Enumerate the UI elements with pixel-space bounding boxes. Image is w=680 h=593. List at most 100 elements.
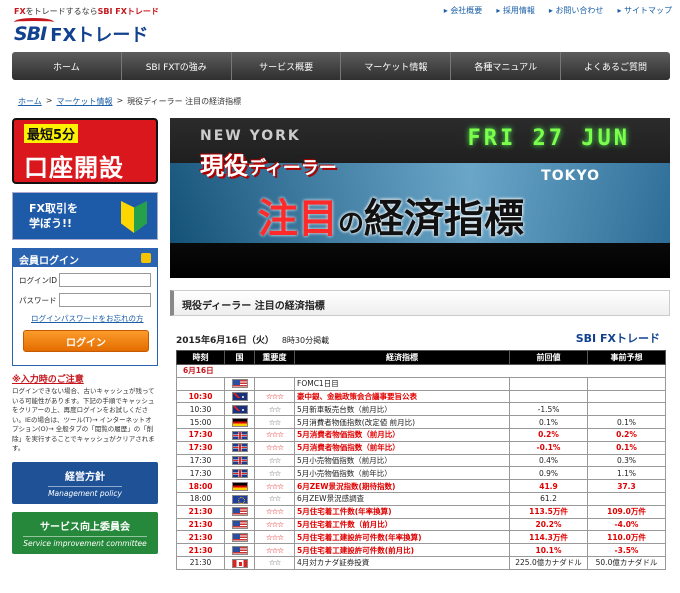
cell-importance: ☆☆ xyxy=(254,453,295,468)
nav-market[interactable]: マーケット情報 xyxy=(341,52,452,80)
cell-indicator: 5月小売物価指数（前年比） xyxy=(294,466,510,481)
cell-importance: ☆☆ xyxy=(254,402,295,417)
table-row: 17:30 ☆☆ 5月小売物価指数（前月比） 0.4% 0.3% xyxy=(176,453,666,468)
col-indicator: 経済指標 xyxy=(294,350,510,365)
date-row: 6月16日 xyxy=(176,364,666,378)
hero-banner: NEW YORK FRI 27 JUN TOKYO 現役ディーラー 注目の経済指… xyxy=(170,118,670,278)
cell-importance: ☆☆☆ xyxy=(254,543,295,557)
site-logo[interactable]: SBI FXトレード xyxy=(14,18,148,48)
cell-importance: ☆☆ xyxy=(254,555,295,570)
table-logo: SBI FXトレード xyxy=(575,332,660,345)
util-link-recruit[interactable]: 採用情報 xyxy=(496,5,535,16)
flag-gb-icon xyxy=(231,456,248,466)
table-post-time: 8時30分掲載 xyxy=(281,336,330,345)
nav-faq[interactable]: よくあるご質問 xyxy=(561,52,670,80)
cell-previous: 114.3万件 xyxy=(509,530,588,545)
cell-forecast: 109.0万件 xyxy=(587,504,666,519)
cell-time: 10:30 xyxy=(176,402,225,417)
cell-time: 17:30 xyxy=(176,466,225,481)
nav-strengths[interactable]: SBI FXTの強み xyxy=(122,52,232,80)
notice-title[interactable]: ※入力時のご注意 xyxy=(12,372,158,385)
cell-forecast: 0.1% xyxy=(587,440,666,455)
cell-forecast xyxy=(587,389,666,404)
table-row: 21:30 ☆☆ 4月対カナダ証券投資 225.0億カナダドル 50.0億カナダドル xyxy=(176,555,666,570)
service-committee-button[interactable]: サービス向上委員会 Service improvement committee xyxy=(12,511,158,554)
hero-ticker: FRI 27 JUN xyxy=(467,126,630,151)
cell-previous: 0.1% xyxy=(509,415,588,429)
cell-importance: ☆☆☆ xyxy=(254,479,295,493)
cell-indicator: 5月消費者物価指数(改定値 前月比) xyxy=(294,415,510,429)
management-policy-button[interactable]: 経営方針 Management policy xyxy=(12,461,158,504)
cell-time: 21:30 xyxy=(176,504,225,519)
hero-subtitle: 現役ディーラー xyxy=(200,152,337,180)
cell-time: 15:00 xyxy=(176,415,225,429)
cell-forecast: -4.0% xyxy=(587,517,666,532)
col-country: 国 xyxy=(224,350,255,365)
table-row: 10:30 ☆☆☆ 豪中銀、金融政策会合議事要旨公表 xyxy=(176,389,666,404)
breadcrumb-home[interactable]: ホーム xyxy=(18,96,42,107)
cell-previous: 113.5万件 xyxy=(509,504,588,519)
login-button[interactable]: ログイン xyxy=(23,330,149,352)
cell-importance: ☆☆ xyxy=(254,466,295,481)
nav-manuals[interactable]: 各種マニュアル xyxy=(451,52,562,80)
col-importance: 重要度 xyxy=(254,350,295,365)
cell-indicator: 6月ZEW景況指数(期待指数) xyxy=(294,479,510,493)
password-label: パスワード xyxy=(19,295,57,305)
cell-previous: 0.2% xyxy=(509,427,588,442)
section-title: 現役ディーラー 注目の経済指標 xyxy=(170,290,670,316)
util-link-contact[interactable]: お問い合わせ xyxy=(549,5,603,16)
flag-us-icon xyxy=(231,520,248,530)
cell-time: 18:00 xyxy=(176,479,225,493)
cell-indicator: 5月住宅着工件数(年率換算) xyxy=(294,504,510,519)
cell-time: 17:30 xyxy=(176,440,225,455)
beginner-mark-icon xyxy=(121,201,147,233)
cell-previous: 0.9% xyxy=(509,466,588,481)
cell-previous: 41.9 xyxy=(509,479,588,493)
cell-time: 21:30 xyxy=(176,543,225,557)
utility-nav: 会社概要 採用情報 お問い合わせ サイトマップ xyxy=(444,5,672,16)
cell-indicator: 5月新車販売台数（前月比） xyxy=(294,402,510,417)
cell-indicator: 5月住宅着工建設許可件数(前月比) xyxy=(294,543,510,557)
tagline: FXをトレードするならSBI FXトレード xyxy=(14,7,159,16)
table-row: 21:30 ☆☆☆ 5月住宅着工建設許可件数(年率換算) 114.3万件 110.0万件 xyxy=(176,530,666,545)
learn-fx-banner[interactable]: FX取引を 学ぼう!! xyxy=(12,192,158,240)
cell-time: 17:30 xyxy=(176,427,225,442)
cell-importance: ☆☆☆ xyxy=(254,389,295,404)
table-row: 10:30 ☆☆ 5月新車販売台数（前月比） -1.5% xyxy=(176,402,666,417)
cell-indicator: 5月小売物価指数（前月比） xyxy=(294,453,510,468)
cell-forecast: 0.3% xyxy=(587,453,666,468)
nav-service[interactable]: サービス概要 xyxy=(232,52,342,80)
login-id-input[interactable] xyxy=(59,273,151,287)
lock-icon xyxy=(141,253,151,263)
flag-us-icon xyxy=(231,533,248,542)
hero-city-tokyo: TOKYO xyxy=(541,168,600,184)
table-row: 21:30 ☆☆☆ 5月住宅着工建設許可件数(前月比) 10.1% -3.5% xyxy=(176,543,666,557)
util-link-sitemap[interactable]: サイトマップ xyxy=(617,5,672,16)
cell-previous: -0.1% xyxy=(509,440,588,455)
cell-previous: 20.2% xyxy=(509,517,588,532)
hero-title: 注目の経済指標 xyxy=(258,196,525,242)
flag-gb-icon xyxy=(231,430,248,440)
cell-importance: ☆☆☆ xyxy=(254,427,295,442)
util-link-company[interactable]: 会社概要 xyxy=(444,5,482,16)
cell-indicator: 5月消費者物価指数（前年比） xyxy=(294,440,510,455)
flag-de-icon xyxy=(231,417,248,427)
cell-time: 21:30 xyxy=(176,555,225,570)
cell-forecast: 1.1% xyxy=(587,466,666,481)
table-header: 2015年6月16日（火） 8時30分掲載 SBI FXトレード xyxy=(176,332,666,347)
nav-home[interactable]: ホーム xyxy=(12,52,122,80)
economic-indicator-table: 時刻 国 重要度 経済指標 前回値 事前予想 6月16日 FOMC1日目 10:3… xyxy=(176,350,666,570)
table-row: 18:00 ☆☆☆ 6月ZEW景況指数(期待指数) 41.9 37.3 xyxy=(176,479,666,493)
open-account-banner[interactable]: 最短5分 口座開設 xyxy=(12,118,158,184)
forgot-password-link[interactable]: ログインパスワードをお忘れの方 xyxy=(31,313,157,324)
cell-forecast xyxy=(587,402,666,417)
breadcrumb-market[interactable]: マーケット情報 xyxy=(56,96,112,107)
cell-importance: ☆☆☆ xyxy=(254,440,295,455)
col-forecast: 事前予想 xyxy=(587,350,666,365)
cell-importance: ☆☆☆ xyxy=(254,530,295,545)
col-previous: 前回値 xyxy=(509,350,588,365)
notice-body: ログインできない場合、古いキャッシュが残っている可能性があります。下記の手順でキ… xyxy=(12,387,155,452)
flag-au-icon xyxy=(231,405,248,415)
flag-ca-icon xyxy=(231,558,248,568)
password-input[interactable] xyxy=(59,293,151,307)
